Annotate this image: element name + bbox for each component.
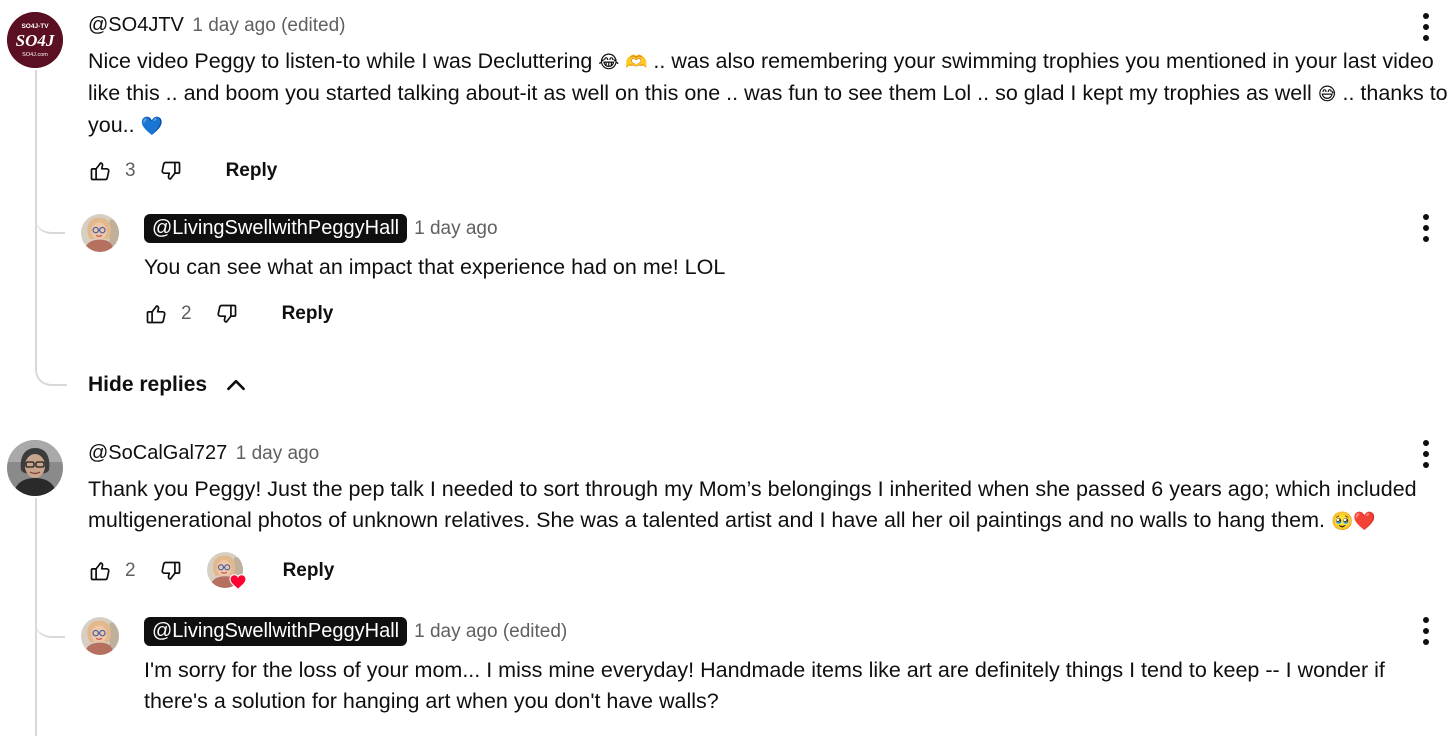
more-vert-icon[interactable]: [1421, 13, 1431, 41]
thread-connector: [35, 352, 67, 386]
comment-time[interactable]: 1 day ago (edited): [414, 621, 567, 643]
hide-replies-button[interactable]: Hide replies: [88, 372, 249, 398]
more-vert-icon[interactable]: [1421, 440, 1431, 468]
creator-handle-badge[interactable]: @LivingSwellwithPeggyHall: [144, 617, 408, 646]
more-vert-icon[interactable]: [1421, 617, 1431, 645]
avatar[interactable]: SO4J-TV SO4J SO4J.com: [7, 12, 63, 68]
comment-text: Nice video Peggy to listen-to while I wa…: [88, 49, 1448, 137]
thread-connector: [35, 604, 65, 638]
reply-header: @LivingSwellwithPeggyHall 1 day ago (edi…: [144, 617, 567, 646]
comment-actions: 3 Reply: [88, 157, 277, 185]
reply-text: You can see what an impact that experien…: [144, 255, 726, 279]
creator-heart-badge: [207, 552, 247, 590]
like-count: 2: [125, 560, 136, 581]
reply-text: I'm sorry for the loss of your mom... I …: [144, 658, 1385, 713]
thumbs-down-icon[interactable]: [159, 559, 183, 583]
author-handle[interactable]: @SO4JTV: [88, 14, 184, 36]
comment-header: @SoCalGal727 1 day ago: [88, 442, 319, 465]
reply-header: @LivingSwellwithPeggyHall 1 day ago: [144, 214, 498, 243]
comment-time[interactable]: 1 day ago (edited): [192, 15, 345, 36]
creator-handle-badge[interactable]: @LivingSwellwithPeggyHall: [144, 214, 408, 243]
thread-connector: [35, 200, 65, 234]
thumbs-up-icon[interactable]: [144, 302, 168, 326]
reply-button[interactable]: Reply: [282, 303, 334, 325]
author-handle[interactable]: @SoCalGal727: [88, 442, 227, 464]
reply-button[interactable]: Reply: [226, 160, 278, 182]
creator-heart-icon: [229, 574, 247, 590]
comment-time[interactable]: 1 day ago: [414, 218, 497, 240]
emoji: 🥹❤️: [1330, 511, 1376, 532]
thumbs-down-icon[interactable]: [159, 159, 183, 183]
emoji: 😅: [1317, 84, 1337, 105]
thumbs-down-icon[interactable]: [215, 302, 239, 326]
comment-actions: 2 Reply: [88, 552, 334, 590]
more-vert-icon[interactable]: [1421, 214, 1431, 242]
svg-text:SO4J.com: SO4J.com: [22, 52, 48, 58]
so4j-logo: SO4J-TV SO4J SO4J.com: [7, 12, 63, 68]
emoji: 😂 🫶: [598, 52, 648, 73]
reply-actions: 2 Reply: [144, 300, 333, 328]
svg-text:SO4J: SO4J: [16, 31, 55, 50]
emoji: 💙: [140, 116, 164, 137]
avatar[interactable]: [7, 440, 63, 496]
chevron-up-icon: [227, 379, 245, 391]
hide-replies-label: Hide replies: [88, 373, 208, 396]
avatar[interactable]: [81, 214, 119, 252]
reply-button[interactable]: Reply: [283, 560, 335, 582]
thumbs-up-icon[interactable]: [88, 159, 112, 183]
comment-time[interactable]: 1 day ago: [236, 443, 319, 464]
thumbs-up-icon[interactable]: [88, 559, 112, 583]
svg-text:SO4J-TV: SO4J-TV: [21, 23, 49, 30]
avatar[interactable]: [81, 617, 119, 655]
comment-text: Thank you Peggy! Just the pep talk I nee…: [88, 477, 1417, 532]
socalgal-avatar: [7, 440, 63, 496]
like-count: 3: [125, 160, 136, 181]
comment-header: @SO4JTV 1 day ago (edited): [88, 14, 346, 37]
like-count: 2: [181, 303, 192, 324]
